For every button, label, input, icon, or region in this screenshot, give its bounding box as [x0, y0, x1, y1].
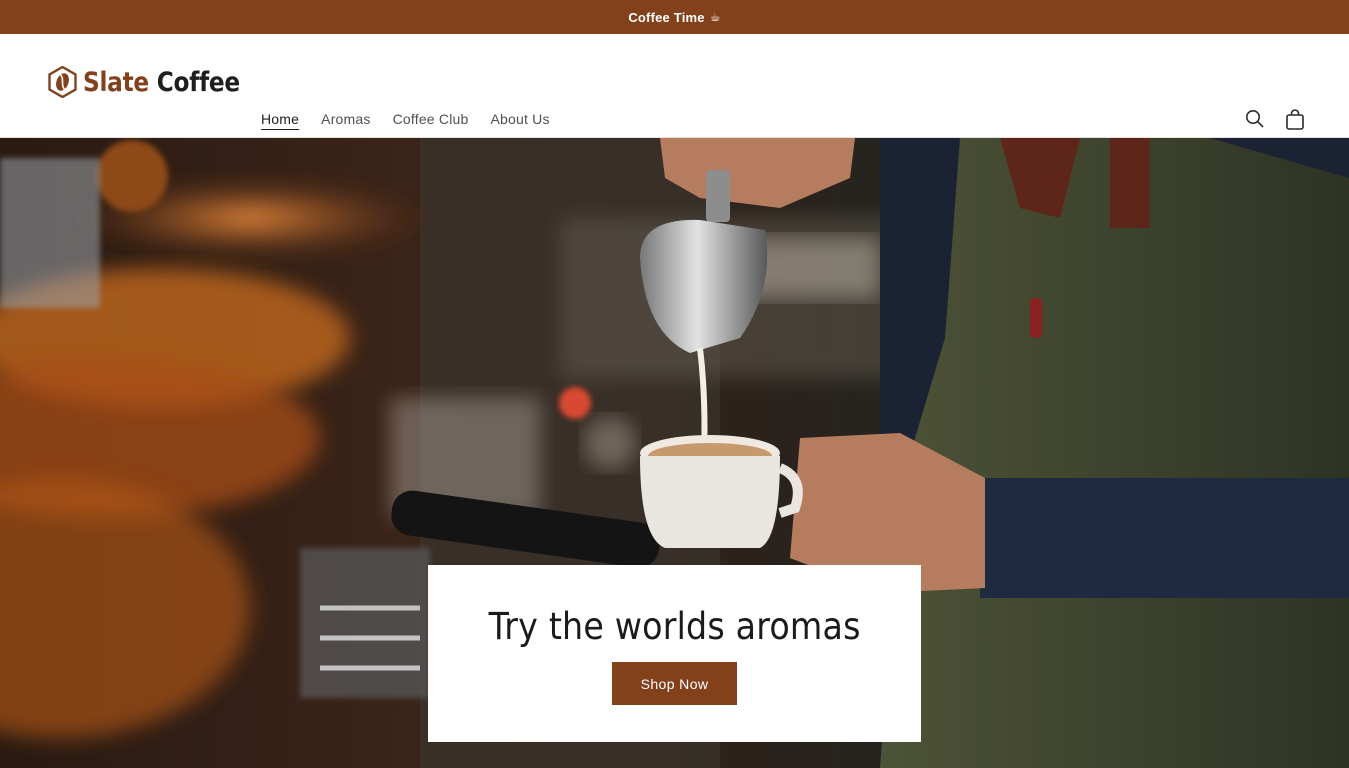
- site-header: Slate Coffee Home Aromas Coffee Club Abo…: [0, 34, 1349, 138]
- announcement-text: Coffee Time: [628, 9, 705, 25]
- cart-icon[interactable]: [1284, 108, 1306, 130]
- brand-name-part2: Coffee: [156, 66, 240, 98]
- brand-name: Slate Coffee: [83, 67, 240, 98]
- nav-item-home[interactable]: Home: [261, 111, 299, 127]
- nav-item-coffee-club[interactable]: Coffee Club: [393, 111, 469, 127]
- hero-heading: Try the worlds aromas: [488, 605, 861, 648]
- coffee-cup-icon: ☕: [709, 10, 721, 24]
- shop-now-button[interactable]: Shop Now: [612, 662, 737, 705]
- hero-banner: Try the worlds aromas Shop Now: [0, 138, 1349, 768]
- announcement-bar: Coffee Time ☕: [0, 0, 1349, 34]
- main-nav: Home Aromas Coffee Club About Us: [261, 111, 550, 127]
- coffee-bean-logo-icon: [48, 66, 77, 98]
- search-icon[interactable]: [1244, 108, 1266, 130]
- brand-logo[interactable]: Slate Coffee: [48, 66, 265, 98]
- nav-item-about-us[interactable]: About Us: [490, 111, 549, 127]
- brand-name-part1: Slate: [83, 66, 149, 98]
- nav-item-aromas[interactable]: Aromas: [321, 111, 370, 127]
- hero-promo-card: Try the worlds aromas Shop Now: [428, 565, 921, 742]
